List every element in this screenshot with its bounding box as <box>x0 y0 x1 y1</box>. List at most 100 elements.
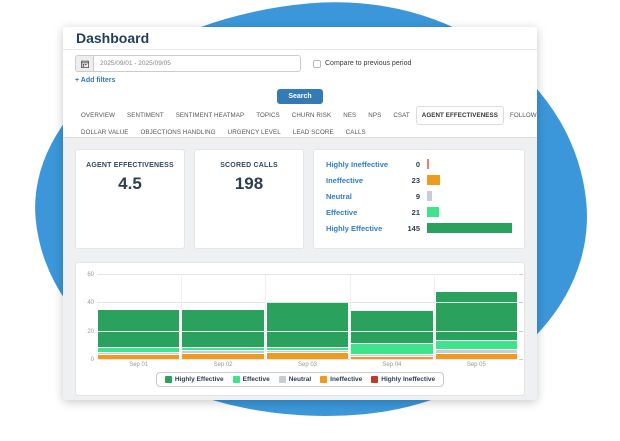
date-range-input[interactable]: 2025/09/01 - 2025/09/05 <box>94 56 300 71</box>
chart-legend: Highly Effective Effective Neutral Ineffect… <box>82 372 518 387</box>
stacked-bar-sep-04 <box>351 310 433 360</box>
legend-item-effective[interactable]: Effective <box>232 376 270 383</box>
breakdown-label[interactable]: Effective <box>326 208 398 217</box>
tab-lead-score[interactable]: LEAD SCORE <box>287 125 340 140</box>
axis-tick <box>519 330 523 332</box>
plot-row: 0 20 40 60 <box>82 272 523 363</box>
breakdown-bar-track <box>427 223 512 233</box>
tab-follow-up-commitment[interactable]: FOLLOW-UP COMMITMENT <box>504 106 537 125</box>
x-tick-label: Sep 05 <box>466 362 486 368</box>
compare-group: Compare to previous period <box>313 59 412 68</box>
breakdown-value: 0 <box>415 159 420 169</box>
breakdown-label[interactable]: Neutral <box>326 192 398 201</box>
legend-swatch <box>232 376 240 383</box>
breakdown-row-ineffective: Ineffective 23 <box>326 175 512 185</box>
y-tick-label: 20 <box>87 328 94 335</box>
breakdown-bar <box>427 159 429 169</box>
x-tick-label: Sep 02 <box>213 362 233 368</box>
tab-objections-handling[interactable]: OBJECTIONS HANDLING <box>135 125 222 140</box>
compare-label: Compare to previous period <box>325 60 412 67</box>
gridline <box>97 302 518 304</box>
add-filters-link[interactable]: + Add filters <box>75 77 525 87</box>
y-tick-label: 40 <box>87 300 94 307</box>
panel-header: Dashboard <box>63 27 537 50</box>
stat-label: AGENT EFFECTIVENESS <box>86 162 174 169</box>
filter-row: 2025/09/01 - 2025/09/05 Compare to previ… <box>75 55 525 72</box>
legend-item-neutral[interactable]: Neutral <box>278 376 311 383</box>
chart-card: 0 20 40 60 Sep 01 Sep 02 Sep 03 Sep 04 Sep 05 H… <box>75 262 525 396</box>
tab-nes[interactable]: NES <box>337 106 362 125</box>
effectiveness-breakdown-card: Highly Ineffective 0 Ineffective 23 Neutral 9… <box>313 149 525 249</box>
vertical-gridline <box>181 275 183 360</box>
tab-nps[interactable]: NPS <box>362 106 387 125</box>
legend-swatch <box>278 376 286 383</box>
legend-label: Effective <box>242 376 270 383</box>
y-tick-label: 60 <box>87 272 94 278</box>
breakdown-bar <box>427 175 441 185</box>
tab-churn-risk[interactable]: CHURN RISK <box>286 106 338 125</box>
legend-item-ineffective[interactable]: Ineffective <box>320 376 362 383</box>
legend-label: Highly Ineffective <box>381 376 436 383</box>
breakdown-bar <box>427 207 440 217</box>
bar-segment-effective <box>435 340 518 349</box>
legend-item-highly-ineffective[interactable]: Highly Ineffective <box>371 376 435 383</box>
axis-tick <box>519 359 523 360</box>
bars-container <box>97 275 518 360</box>
x-tick-label: Sep 01 <box>129 362 149 368</box>
compare-checkbox[interactable] <box>313 59 321 68</box>
bar-segment-effective <box>351 343 433 355</box>
search-button[interactable]: Search <box>277 89 323 104</box>
bar-segment-highly-effective <box>266 300 349 348</box>
gridline <box>97 274 518 275</box>
legend-box: Highly Effective Effective Neutral Ineffect… <box>155 372 445 387</box>
stat-value: 4.5 <box>118 174 142 193</box>
breakdown-value: 145 <box>407 223 420 233</box>
breakdown-label[interactable]: Highly Effective <box>326 224 398 233</box>
tab-csat[interactable]: CSAT <box>387 106 415 125</box>
y-axis: 0 20 40 60 <box>82 272 97 363</box>
breakdown-value: 9 <box>415 191 420 201</box>
bar-segment-highly-effective <box>98 309 180 348</box>
tab-sentiment[interactable]: SENTIMENT <box>121 106 170 125</box>
tab-urgency-level[interactable]: URGENCY LEVEL <box>222 125 287 140</box>
vertical-gridline <box>433 275 435 360</box>
date-range-picker[interactable]: 2025/09/01 - 2025/09/05 <box>75 55 301 72</box>
stacked-bar-sep-02 <box>182 309 264 360</box>
tab-agent-effectiveness[interactable]: AGENT EFFECTIVENESS <box>415 106 504 125</box>
breakdown-bar <box>427 191 433 201</box>
stat-card-agent-effectiveness: AGENT EFFECTIVENESS 4.5 <box>75 149 185 249</box>
legend-label: Ineffective <box>330 376 363 383</box>
axis-tick <box>519 274 523 275</box>
breakdown-value: 23 <box>411 175 420 185</box>
tab-calls[interactable]: CALLS <box>340 125 372 140</box>
breakdown-bar-track <box>427 159 512 169</box>
breakdown-bar-track <box>427 175 512 185</box>
breakdown-label[interactable]: Ineffective <box>326 176 398 185</box>
bar-segment-highly-effective <box>351 310 433 344</box>
stat-value: 198 <box>234 174 264 193</box>
calendar-addon[interactable] <box>76 56 94 71</box>
axis-tick <box>519 302 523 304</box>
stat-card-scored-calls: SCORED CALLS 198 <box>194 149 304 249</box>
tab-sentiment-heatmap[interactable]: SENTIMENT HEATMAP <box>170 106 251 125</box>
bar-segment-highly-effective <box>435 290 518 341</box>
legend-swatch <box>164 376 172 383</box>
page-title: Dashboard <box>76 30 150 46</box>
tab-topics[interactable]: TOPICS <box>250 106 286 125</box>
breakdown-label[interactable]: Highly Ineffective <box>326 160 398 169</box>
y-tick-label: 0 <box>90 357 94 363</box>
breakdown-bar <box>427 223 512 233</box>
legend-label: Highly Effective <box>174 376 224 383</box>
breakdown-row-effective: Effective 21 <box>326 207 512 217</box>
legend-swatch <box>320 376 328 383</box>
breakdown-row-highly-effective: Highly Effective 145 <box>326 223 512 233</box>
vertical-gridline <box>265 275 267 360</box>
stacked-bar-sep-05 <box>435 290 518 360</box>
tab-overview[interactable]: OVERVIEW <box>75 106 121 125</box>
legend-item-highly-effective[interactable]: Highly Effective <box>164 376 224 383</box>
tab-dollar-value[interactable]: DOLLAR VALUE <box>75 125 135 140</box>
x-axis-labels: Sep 01 Sep 02 Sep 03 Sep 04 Sep 05 <box>97 362 518 368</box>
gridline <box>97 330 518 332</box>
breakdown-bar-track <box>427 207 512 217</box>
x-tick-label: Sep 03 <box>298 362 318 368</box>
